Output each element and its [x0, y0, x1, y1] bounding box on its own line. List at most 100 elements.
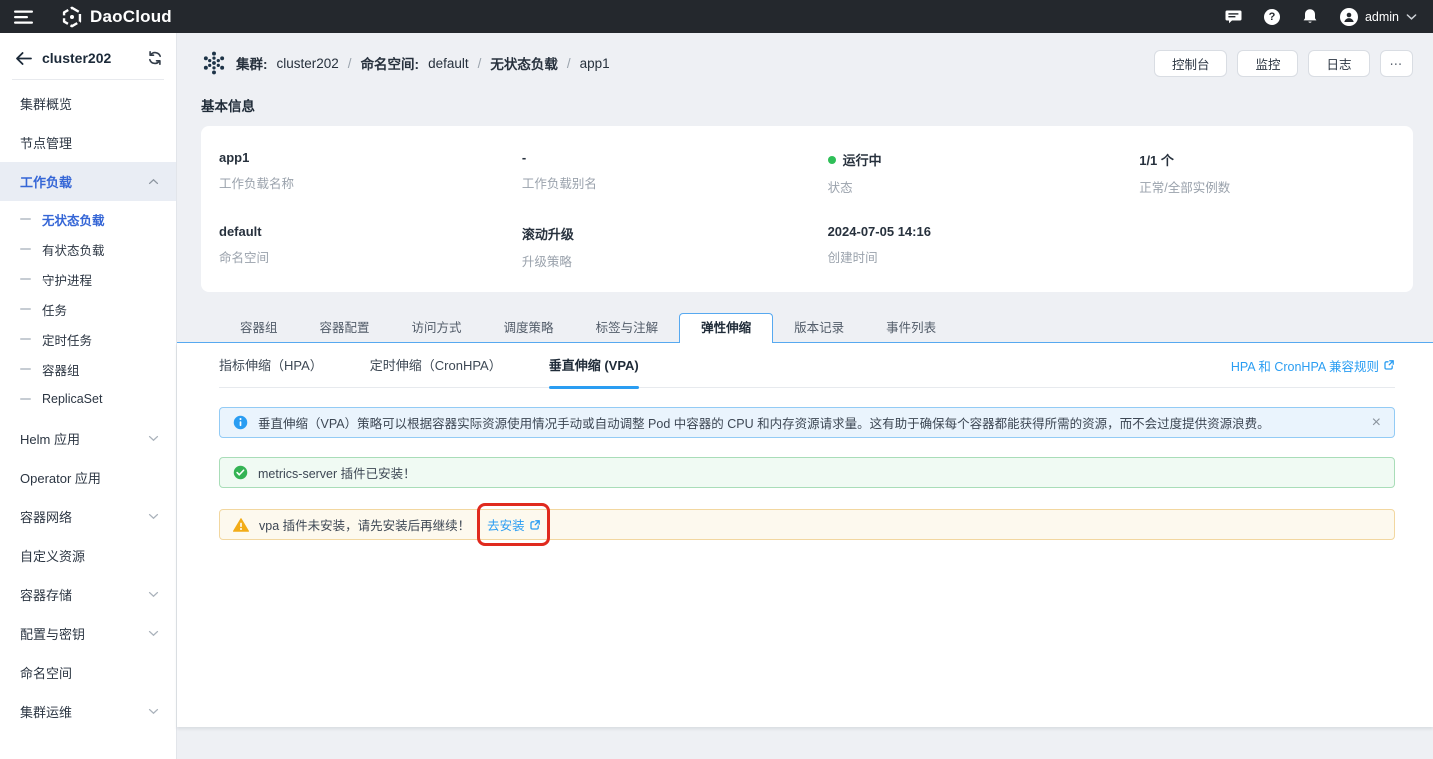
daocloud-logo-icon	[61, 6, 83, 28]
tab-pods[interactable]: 容器组	[219, 314, 299, 343]
cluster-name: cluster202	[42, 50, 137, 66]
sidebar-item-config-secrets[interactable]: 配置与密钥	[0, 614, 176, 653]
sidebar-item-pods[interactable]: 容器组	[0, 354, 176, 384]
tab-access-method[interactable]: 访问方式	[391, 314, 483, 343]
message-icon[interactable]	[1225, 9, 1242, 25]
main-content: 集群: cluster202 / 命名空间: default / 无状态负载 /…	[177, 33, 1433, 759]
sidebar-item-container-storage[interactable]: 容器存储	[0, 575, 176, 614]
sidebar-item-operator-apps[interactable]: Operator 应用	[0, 458, 176, 497]
tree-dash	[20, 278, 31, 280]
sidebar-item-workloads[interactable]: 工作负载	[0, 162, 176, 201]
tree-dash	[20, 368, 31, 370]
hamburger-menu-icon[interactable]	[14, 9, 33, 25]
breadcrumb-workload-name: app1	[580, 56, 610, 71]
vpa-info-alert: 垂直伸缩（VPA）策略可以根据容器实际资源使用情况手动或自动调整 Pod 中容器…	[219, 407, 1395, 438]
metrics-server-success-alert: metrics-server 插件已安装！	[219, 457, 1395, 488]
field-status: 运行中 状态	[828, 150, 1140, 196]
sidebar-item-stateless-workloads[interactable]: 无状态负载	[0, 204, 176, 234]
user-name: admin	[1365, 10, 1399, 24]
back-arrow-icon[interactable]	[15, 51, 32, 66]
breadcrumb: 集群: cluster202 / 命名空间: default / 无状态负载 /…	[201, 51, 610, 75]
vpa-info-text: 垂直伸缩（VPA）策略可以根据容器实际资源使用情况手动或自动调整 Pod 中容器…	[258, 413, 1270, 432]
tab-container-config[interactable]: 容器配置	[299, 314, 391, 343]
vpa-warning-text: vpa 插件未安装，请先安装后再继续！	[259, 515, 470, 534]
info-icon	[233, 415, 248, 430]
tree-dash	[20, 248, 31, 250]
user-menu[interactable]: admin	[1340, 8, 1417, 26]
close-icon[interactable]: ×	[1372, 415, 1381, 431]
basic-info-card: app1 工作负载名称 - 工作负载别名 运行中 状态 1/1 个 正常/全部实…	[201, 126, 1413, 292]
tree-dash	[20, 218, 31, 220]
subtab-hpa[interactable]: 指标伸缩（HPA）	[219, 343, 323, 388]
tree-dash	[20, 308, 31, 310]
tab-labels-annotations[interactable]: 标签与注解	[575, 314, 680, 343]
status-badge: 运行中	[843, 150, 882, 169]
vpa-warning-alert: vpa 插件未安装，请先安装后再继续！ 去安装	[219, 509, 1395, 540]
chevron-down-icon	[148, 435, 159, 442]
field-upgrade-strategy: 滚动升级 升级策略	[522, 224, 828, 270]
help-icon[interactable]: ?	[1264, 9, 1280, 25]
chevron-down-icon	[148, 591, 159, 598]
detail-tabs: 容器组 容器配置 访问方式 调度策略 标签与注解 弹性伸缩 版本记录 事件列表	[201, 313, 1413, 343]
sidebar-item-jobs[interactable]: 任务	[0, 294, 176, 324]
breadcrumb-separator: /	[478, 56, 482, 71]
external-link-icon	[529, 519, 541, 531]
field-instances: 1/1 个 正常/全部实例数	[1139, 150, 1395, 196]
field-workload-name: app1 工作负载名称	[219, 150, 522, 196]
breadcrumb-cluster-label: 集群:	[236, 53, 268, 73]
monitoring-button[interactable]: 监控	[1237, 50, 1298, 77]
tab-version-history[interactable]: 版本记录	[773, 314, 865, 343]
notification-bell-icon[interactable]	[1302, 8, 1318, 25]
refresh-icon[interactable]	[147, 50, 163, 66]
breadcrumb-cluster-value[interactable]: cluster202	[277, 56, 339, 71]
sidebar-item-cronjobs[interactable]: 定时任务	[0, 324, 176, 354]
sidebar-nav: 集群概览 节点管理 工作负载 无状态负载 有状态负载	[0, 84, 176, 731]
more-actions-button[interactable]: ⋯	[1380, 50, 1414, 77]
brand-name: DaoCloud	[90, 7, 172, 27]
breadcrumb-separator: /	[348, 56, 352, 71]
sidebar-item-cluster-overview[interactable]: 集群概览	[0, 84, 176, 123]
breadcrumb-namespace-value[interactable]: default	[428, 56, 469, 71]
sidebar-item-replicasets[interactable]: ReplicaSet	[0, 384, 176, 414]
logs-button[interactable]: 日志	[1308, 50, 1369, 77]
sidebar-item-namespaces[interactable]: 命名空间	[0, 653, 176, 692]
metrics-server-text: metrics-server 插件已安装！	[258, 463, 416, 482]
warning-icon	[233, 518, 249, 532]
topbar: DaoCloud ? admin	[0, 0, 1433, 33]
subtab-vpa[interactable]: 垂直伸缩 (VPA)	[549, 343, 639, 388]
cluster-sidebar: cluster202 集群概览 节点管理 工作负载 无状态	[0, 33, 177, 759]
breadcrumb-workload-type[interactable]: 无状态负载	[490, 53, 558, 73]
elastic-scaling-panel: 指标伸缩（HPA） 定时伸缩（CronHPA） 垂直伸缩 (VPA) HPA 和…	[177, 343, 1433, 727]
tree-dash	[20, 398, 31, 400]
field-empty	[1139, 224, 1395, 270]
sidebar-item-helm-apps[interactable]: Helm 应用	[0, 419, 176, 458]
workloads-submenu: 无状态负载 有状态负载 守护进程 任务 定时任务	[0, 201, 176, 419]
status-running-dot	[828, 156, 836, 164]
tab-scheduling-policy[interactable]: 调度策略	[483, 314, 575, 343]
tab-event-list[interactable]: 事件列表	[865, 314, 957, 343]
sidebar-item-daemonsets[interactable]: 守护进程	[0, 264, 176, 294]
sidebar-divider	[12, 79, 164, 80]
chevron-up-icon	[148, 178, 159, 185]
chevron-down-icon	[148, 513, 159, 520]
success-check-icon	[233, 465, 248, 480]
hpa-cronhpa-rules-link[interactable]: HPA 和 CronHPA 兼容规则	[1231, 356, 1395, 375]
daocloud-logo[interactable]: DaoCloud	[61, 6, 172, 28]
user-chevron-down-icon	[1406, 13, 1417, 21]
field-created-time: 2024-07-05 14:16 创建时间	[828, 224, 1140, 270]
tab-elastic-scaling[interactable]: 弹性伸缩	[679, 313, 773, 343]
user-avatar	[1340, 8, 1358, 26]
basic-info-title: 基本信息	[201, 95, 1413, 115]
subtab-cronhpa[interactable]: 定时伸缩（CronHPA）	[370, 343, 502, 388]
field-namespace: default 命名空间	[219, 224, 522, 270]
console-button[interactable]: 控制台	[1154, 50, 1228, 77]
sidebar-item-cluster-ops[interactable]: 集群运维	[0, 692, 176, 731]
sidebar-item-stateful-workloads[interactable]: 有状态负载	[0, 234, 176, 264]
go-install-link[interactable]: 去安装	[487, 515, 541, 534]
scaling-subtabs: 指标伸缩（HPA） 定时伸缩（CronHPA） 垂直伸缩 (VPA) HPA 和…	[219, 343, 1395, 388]
cluster-dots-icon	[201, 51, 227, 75]
sidebar-item-custom-resources[interactable]: 自定义资源	[0, 536, 176, 575]
sidebar-item-node-management[interactable]: 节点管理	[0, 123, 176, 162]
breadcrumb-namespace-label: 命名空间:	[361, 53, 420, 73]
sidebar-item-container-network[interactable]: 容器网络	[0, 497, 176, 536]
